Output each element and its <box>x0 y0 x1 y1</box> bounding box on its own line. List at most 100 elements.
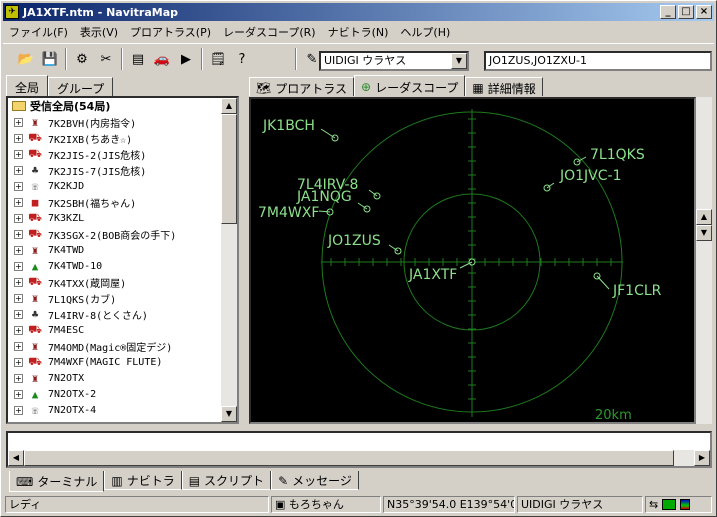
disconnect-icon[interactable]: ✂ <box>95 49 117 69</box>
status-position: N35°39'54.0 E139°54'06.7 <box>383 496 515 513</box>
scroll-up-icon[interactable]: ▲ <box>696 209 712 225</box>
expand-icon[interactable]: + <box>14 261 23 271</box>
tree-item[interactable]: + ⛟ 7M4ESC <box>8 322 237 338</box>
expand-icon[interactable]: + <box>14 293 23 303</box>
menu-navitra[interactable]: ナビトラ(N) <box>322 24 395 40</box>
expand-icon[interactable]: + <box>14 197 23 207</box>
tree-item[interactable]: + ▲ 7K4TWD-10 <box>8 258 237 274</box>
expand-icon[interactable]: + <box>14 389 23 399</box>
antenna-icon: ♜ <box>31 371 39 385</box>
menu-file[interactable]: ファイル(F) <box>3 24 74 40</box>
filter-icon[interactable]: ▤ <box>127 49 149 69</box>
expand-icon[interactable]: + <box>14 309 23 319</box>
scroll-thumb[interactable] <box>24 450 674 466</box>
expand-icon[interactable]: + <box>14 149 23 159</box>
tree-item[interactable]: + ☏ 7N2OTX-4 <box>8 402 237 418</box>
terminal-panel[interactable]: ◀ ▶ <box>6 431 712 468</box>
toolbar-separator <box>295 48 297 70</box>
scroll-thumb[interactable] <box>221 114 237 224</box>
tree-item[interactable]: + ♜ 7N2OTX <box>8 370 237 386</box>
menu-radarscope[interactable]: レーダスコープ(R) <box>217 24 322 40</box>
save-icon[interactable]: 💾 <box>39 49 61 69</box>
minimize-button[interactable]: _ <box>660 5 676 19</box>
open-folder-icon[interactable]: 📂 <box>15 49 37 69</box>
close-button[interactable]: × <box>696 5 712 19</box>
maximize-button[interactable]: □ <box>678 5 694 19</box>
path-field[interactable]: JO1ZUS,JO1ZXU-1 <box>484 51 712 71</box>
tree-item[interactable]: + ☏ 7K2KJD <box>8 178 237 194</box>
tree-item[interactable]: + ♜ 7K2BVH(内房指令) <box>8 114 237 130</box>
navitra-icon: ▥ <box>111 473 123 488</box>
tab-message[interactable]: ✎ メッセージ <box>271 471 359 490</box>
status-user-label: もろちゃん <box>288 498 344 511</box>
terminal-hscrollbar[interactable]: ◀ ▶ <box>8 450 710 466</box>
expand-icon[interactable]: + <box>14 341 23 351</box>
expand-icon[interactable]: + <box>14 165 23 175</box>
tree-item[interactable]: + ♜ 7M4OMD(Magic®固定デジ) <box>8 338 237 354</box>
tree-item-label: 7L1QKS(カブ) <box>48 294 117 306</box>
scroll-down-icon[interactable]: ▼ <box>221 406 237 422</box>
tree-item[interactable]: + ♣ 7L4IRV-8(とくさん) <box>8 306 237 322</box>
expand-icon[interactable]: + <box>14 117 23 127</box>
tree-scrollbar[interactable]: ▲ ▼ <box>221 98 237 422</box>
map-icon: 🗺 <box>256 81 272 95</box>
tab-script[interactable]: ▤ スクリプト <box>181 471 272 490</box>
tree-item[interactable]: + ♜ 7L1QKS(カブ) <box>8 290 237 306</box>
tree-item[interactable]: + ⛟ 7K2IXB(ちあき☆) <box>8 130 237 146</box>
expand-icon[interactable]: + <box>14 213 23 223</box>
tab-proatlas[interactable]: 🗺 プロアトラス <box>249 77 354 96</box>
toolbar: 📂 💾 ⚙ ✂ ▤ 🚗 ▶ 🗒 ? ✎ UIDIGI ウラヤス ▼ JO1ZUS… <box>3 43 714 73</box>
car-icon: ⛟ <box>28 354 42 368</box>
expand-icon[interactable]: + <box>14 373 23 383</box>
menu-help[interactable]: ヘルプ(H) <box>394 24 456 40</box>
tree-item[interactable]: + ⛟ 7K3KZL <box>8 210 237 226</box>
tab-navitra[interactable]: ▥ ナビトラ <box>104 471 182 490</box>
tree-item[interactable]: + ♣ 7K2JIS-7(JIS危核) <box>8 162 237 178</box>
tab-group[interactable]: グループ <box>48 77 114 96</box>
expand-icon[interactable]: + <box>14 277 23 287</box>
tree-root[interactable]: 受信全局(54局) <box>8 98 237 114</box>
tree-item-label: 7K2SBH(福ちゃん) <box>48 198 137 210</box>
log-play-icon[interactable]: ▶ <box>175 49 197 69</box>
tab-navitra-label: ナビトラ <box>126 474 175 488</box>
folder-icon <box>12 101 26 111</box>
menu-view[interactable]: 表示(V) <box>74 24 124 40</box>
tree-item[interactable]: + ⛟ 7K4TXX(蔵岡屋) <box>8 274 237 290</box>
tab-terminal[interactable]: ⌨ ターミナル <box>9 471 105 492</box>
tab-details[interactable]: ▦ 詳細情報 <box>465 77 543 96</box>
user-icon: ▣ <box>275 498 289 511</box>
tree-item[interactable]: + ▲ 7N2OTX-2 <box>8 386 237 402</box>
properties-icon[interactable]: 🗒 <box>207 49 229 69</box>
menu-bar: ファイル(F) 表示(V) プロアトラス(P) レーダスコープ(R) ナビトラ(… <box>3 22 456 41</box>
scroll-right-icon[interactable]: ▶ <box>694 450 710 466</box>
tree-item[interactable]: + ⛟ 7M4WXF(MAGIC FLUTE) <box>8 354 237 370</box>
tree-item-label: 7N2OTX-2 <box>48 388 97 400</box>
scroll-down-icon[interactable]: ▼ <box>696 225 712 241</box>
status-indicators: ⇆ <box>645 496 712 513</box>
help-icon[interactable]: ? <box>231 49 253 69</box>
expand-icon[interactable]: + <box>14 245 23 255</box>
chevron-down-icon[interactable]: ▼ <box>451 53 467 69</box>
expand-icon[interactable]: + <box>14 133 23 143</box>
expand-icon[interactable]: + <box>14 229 23 239</box>
expand-icon[interactable]: + <box>14 405 23 415</box>
tree-item[interactable]: + ■ 7K2SBH(福ちゃん) <box>8 194 237 210</box>
tab-all-stations[interactable]: 全局 <box>6 75 49 96</box>
scroll-left-icon[interactable]: ◀ <box>8 450 24 466</box>
tree-item[interactable]: + ♜ 7K4TWD <box>8 242 237 258</box>
station-select[interactable]: UIDIGI ウラヤス ▼ <box>319 51 469 71</box>
expand-icon[interactable]: + <box>14 357 23 367</box>
expand-icon[interactable]: + <box>14 181 23 191</box>
radar-scope[interactable]: JA1XTF JK1BCH 7L1QKS JO1JVC-1 7L4IRV-8 JA1NQG… <box>249 97 696 424</box>
radar-scrollbar[interactable]: ▲ ▼ <box>696 97 712 424</box>
tree-item[interactable]: + ⛟ 7K2JIS-2(JIS危核) <box>8 146 237 162</box>
car-settings-icon[interactable]: 🚗 <box>151 49 173 69</box>
connect-icon[interactable]: ⚙ <box>71 49 93 69</box>
menu-proatlas[interactable]: プロアトラス(P) <box>124 24 217 40</box>
scroll-up-icon[interactable]: ▲ <box>221 98 237 114</box>
expand-icon[interactable]: + <box>14 325 23 335</box>
app-icon: ✈ <box>5 5 19 19</box>
tree-item[interactable]: + ⛟ 7K3SGX-2(BOB商会の手下) <box>8 226 237 242</box>
radar-canvas[interactable]: JA1XTFJK1BCH7L1QKSJO1JVC-17L4IRV-8JA1NQG… <box>251 99 694 422</box>
tab-radarscope[interactable]: ⊕ レーダスコープ <box>354 75 466 96</box>
